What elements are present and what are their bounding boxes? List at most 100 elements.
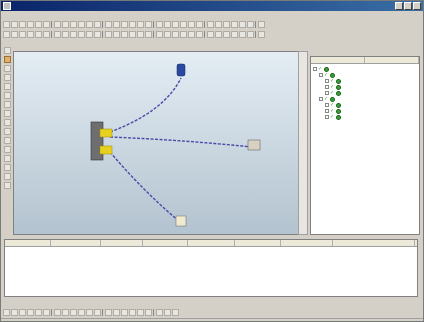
secondary-toolbar-tool-icon-2[interactable] — [19, 30, 26, 38]
viewport-scrollbar[interactable] — [298, 51, 308, 235]
bottom-toolbar-tool-icon-10[interactable] — [78, 308, 85, 316]
checkmark-icon[interactable]: ✓ — [324, 72, 329, 78]
left-tool-icon-13[interactable] — [4, 164, 11, 171]
connector-column-header[interactable] — [365, 57, 419, 63]
main-toolbar-tool-icon-0[interactable] — [3, 20, 10, 28]
bottom-toolbar-tool-icon-23[interactable] — [172, 308, 179, 316]
secondary-toolbar-tool-icon-35[interactable] — [258, 30, 265, 38]
menu-item-10[interactable] — [151, 12, 159, 18]
main-toolbar-tool-icon-14[interactable] — [105, 20, 112, 28]
wire-to-top-connector[interactable] — [109, 77, 182, 133]
main-toolbar-tool-icon-8[interactable] — [62, 20, 69, 28]
left-tool-icon-3[interactable] — [4, 74, 11, 81]
secondary-toolbar-tool-icon-14[interactable] — [105, 30, 112, 38]
bottom-toolbar-tool-icon-14[interactable] — [105, 308, 112, 316]
main-toolbar-tool-icon-35[interactable] — [258, 20, 265, 28]
bottom-toolbar-tool-icon-7[interactable] — [54, 308, 61, 316]
left-tool-icon-1[interactable] — [4, 56, 11, 63]
checkmark-icon[interactable]: ✓ — [330, 90, 335, 96]
bottom-toolbar-tool-icon-4[interactable] — [35, 308, 42, 316]
secondary-toolbar-tool-icon-33[interactable] — [247, 30, 254, 38]
main-toolbar-tool-icon-29[interactable] — [215, 20, 222, 28]
menu-item-3[interactable] — [53, 12, 61, 18]
main-toolbar-tool-icon-26[interactable] — [196, 20, 203, 28]
checkmark-icon[interactable]: ✓ — [318, 66, 323, 72]
left-tool-icon-15[interactable] — [4, 182, 11, 189]
main-toolbar-tool-icon-16[interactable] — [121, 20, 128, 28]
main-toolbar-tool-icon-15[interactable] — [113, 20, 120, 28]
secondary-toolbar-tool-icon-16[interactable] — [121, 30, 128, 38]
bottom-toolbar-tool-icon-11[interactable] — [86, 308, 93, 316]
plus-box-icon[interactable] — [325, 109, 329, 113]
plus-box-icon[interactable] — [325, 103, 329, 107]
left-tool-icon-9[interactable] — [4, 128, 11, 135]
bottom-toolbar-tool-icon-12[interactable] — [94, 308, 101, 316]
main-toolbar-tool-icon-5[interactable] — [43, 20, 50, 28]
device-column-header[interactable] — [311, 57, 365, 63]
main-toolbar-tool-icon-22[interactable] — [164, 20, 171, 28]
menu-item-0[interactable] — [11, 12, 19, 18]
main-toolbar-tool-icon-24[interactable] — [180, 20, 187, 28]
wire-table-column-header[interactable] — [5, 240, 51, 246]
main-toolbar-tool-icon-1[interactable] — [11, 20, 18, 28]
secondary-toolbar-tool-icon-19[interactable] — [145, 30, 152, 38]
secondary-toolbar-tool-icon-1[interactable] — [11, 30, 18, 38]
secondary-toolbar-tool-icon-15[interactable] — [113, 30, 120, 38]
menu-item-4[interactable] — [67, 12, 75, 18]
plus-box-icon[interactable] — [325, 115, 329, 119]
secondary-toolbar-tool-icon-8[interactable] — [62, 30, 69, 38]
main-toolbar-tool-icon-17[interactable] — [129, 20, 136, 28]
bottom-toolbar-tool-icon-1[interactable] — [11, 308, 18, 316]
left-tool-icon-10[interactable] — [4, 137, 11, 144]
secondary-toolbar-tool-icon-9[interactable] — [70, 30, 77, 38]
bottom-toolbar-tool-icon-5[interactable] — [43, 308, 50, 316]
secondary-toolbar-tool-icon-0[interactable] — [3, 30, 10, 38]
secondary-toolbar-tool-icon-17[interactable] — [129, 30, 136, 38]
bottom-toolbar-tool-icon-22[interactable] — [164, 308, 171, 316]
secondary-toolbar-tool-icon-11[interactable] — [86, 30, 93, 38]
left-tool-icon-2[interactable] — [4, 65, 11, 72]
secondary-toolbar-tool-icon-26[interactable] — [196, 30, 203, 38]
menu-item-9[interactable] — [137, 12, 145, 18]
secondary-toolbar-tool-icon-5[interactable] — [43, 30, 50, 38]
bottom-toolbar-tool-icon-17[interactable] — [129, 308, 136, 316]
bottom-toolbar-tool-icon-16[interactable] — [121, 308, 128, 316]
close-icon[interactable] — [413, 2, 421, 10]
3d-viewport[interactable] — [13, 51, 308, 235]
plus-box-icon[interactable] — [325, 91, 329, 95]
bottom-toolbar-tool-icon-9[interactable] — [70, 308, 77, 316]
plus-box-icon[interactable] — [319, 73, 323, 77]
bottom-toolbar-tool-icon-21[interactable] — [156, 308, 163, 316]
left-tool-icon-0[interactable] — [4, 47, 11, 54]
secondary-toolbar-tool-icon-7[interactable] — [54, 30, 61, 38]
plus-box-icon[interactable] — [325, 79, 329, 83]
secondary-toolbar-tool-icon-31[interactable] — [231, 30, 238, 38]
table-row[interactable] — [5, 291, 417, 296]
wire-table-column-header[interactable] — [51, 240, 101, 246]
main-toolbar-tool-icon-9[interactable] — [70, 20, 77, 28]
bottom-toolbar-tool-icon-3[interactable] — [27, 308, 34, 316]
secondary-toolbar-tool-icon-28[interactable] — [207, 30, 214, 38]
menu-item-2[interactable] — [39, 12, 47, 18]
wire-table-column-header[interactable] — [101, 240, 143, 246]
plus-box-icon[interactable] — [325, 85, 329, 89]
main-toolbar-tool-icon-11[interactable] — [86, 20, 93, 28]
main-toolbar-tool-icon-7[interactable] — [54, 20, 61, 28]
left-tool-icon-12[interactable] — [4, 155, 11, 162]
secondary-toolbar-tool-icon-22[interactable] — [164, 30, 171, 38]
main-toolbar-tool-icon-4[interactable] — [35, 20, 42, 28]
bottom-toolbar-tool-icon-19[interactable] — [145, 308, 152, 316]
main-toolbar-tool-icon-21[interactable] — [156, 20, 163, 28]
wire-table-column-header[interactable] — [188, 240, 235, 246]
minimize-icon[interactable] — [395, 2, 403, 10]
main-toolbar-tool-icon-23[interactable] — [172, 20, 179, 28]
left-tool-icon-7[interactable] — [4, 110, 11, 117]
menu-item-5[interactable] — [81, 12, 89, 18]
main-toolbar-tool-icon-10[interactable] — [78, 20, 85, 28]
wire-table-column-header[interactable] — [333, 240, 415, 246]
top-connector[interactable] — [176, 63, 186, 77]
bottom-toolbar-tool-icon-15[interactable] — [113, 308, 120, 316]
checkmark-icon[interactable]: ✓ — [324, 96, 329, 102]
scene-canvas[interactable] — [14, 52, 309, 236]
secondary-toolbar-tool-icon-24[interactable] — [180, 30, 187, 38]
